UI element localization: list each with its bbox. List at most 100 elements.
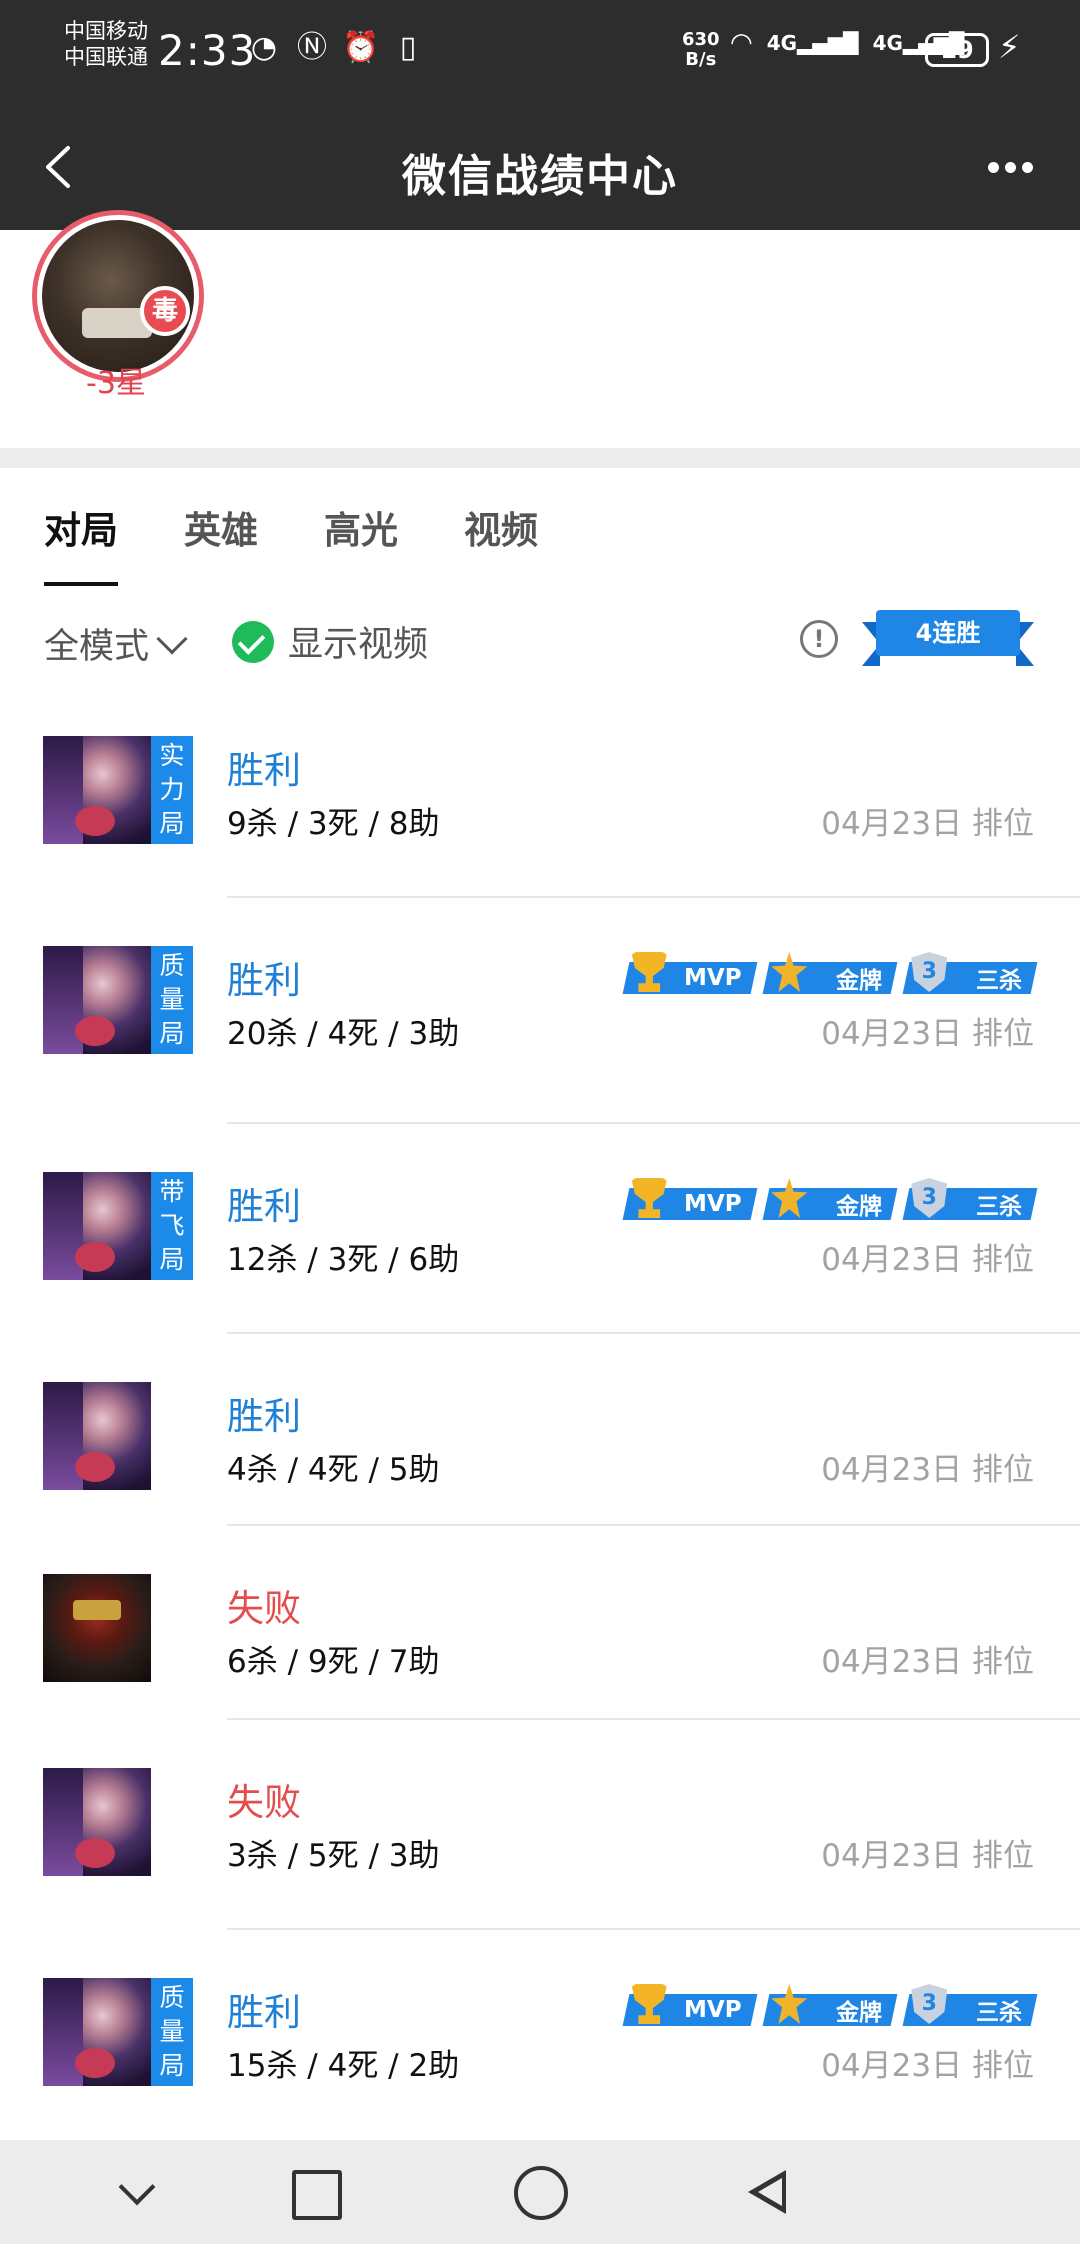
home-icon[interactable] bbox=[514, 2166, 568, 2220]
checkmark-icon bbox=[232, 620, 274, 663]
match-row[interactable]: 胜利 4杀 / 4死 / 5助 04月23日 排位 bbox=[0, 1382, 1080, 1562]
match-date: 04月23日 bbox=[821, 806, 963, 842]
star-medal-icon bbox=[771, 952, 807, 992]
gold-medal-badge: 金牌 bbox=[762, 1188, 898, 1220]
gold-medal-badge: 金牌 bbox=[762, 1994, 898, 2026]
trophy-icon bbox=[631, 952, 667, 992]
title-bar: 微信战绩中心 bbox=[0, 104, 1080, 230]
mvp-badge-label: MVP bbox=[684, 1191, 742, 1217]
system-nav-bar bbox=[0, 2140, 1080, 2244]
match-row[interactable]: 实力局胜利 9杀 / 3死 / 8助 04月23日 排位 bbox=[0, 736, 1080, 916]
match-tag-char: 局 bbox=[159, 2051, 185, 2080]
trophy-icon bbox=[631, 1984, 667, 2024]
match-type: 排位 bbox=[972, 2048, 1034, 2084]
match-type: 排位 bbox=[972, 1242, 1034, 1278]
match-tag-char: 局 bbox=[159, 1019, 185, 1048]
back-icon[interactable] bbox=[744, 2166, 796, 2218]
hero-avatar bbox=[43, 946, 151, 1054]
carrier-info: 中国移动 中国联通 bbox=[64, 18, 148, 70]
match-row[interactable]: 失败 6杀 / 9死 / 7助 04月23日 排位 bbox=[0, 1574, 1080, 1754]
match-row[interactable]: 带飞局胜利 12杀 / 3死 / 6助 04月23日 排位 MVP 金牌 3 三杀 bbox=[0, 1172, 1080, 1352]
match-date-type: 04月23日 排位 bbox=[821, 1636, 1034, 1681]
match-type: 排位 bbox=[972, 1016, 1034, 1052]
win-streak-banner: 4连胜 bbox=[862, 606, 1034, 668]
triple-kill-badge: 3 三杀 bbox=[902, 1188, 1038, 1220]
match-tag: 质量局 bbox=[151, 1978, 193, 2086]
info-icon[interactable]: ! bbox=[800, 620, 838, 658]
hero-avatar bbox=[43, 736, 151, 844]
signal-1-icon: 4G▂▄▆█ bbox=[766, 31, 859, 55]
match-date-type: 04月23日 排位 bbox=[821, 798, 1034, 843]
row-divider bbox=[227, 1332, 1080, 1334]
row-divider bbox=[227, 896, 1080, 898]
mvp-badge: MVP bbox=[622, 1188, 758, 1220]
match-kda: 9杀 / 3死 / 8助 bbox=[227, 806, 440, 842]
match-date-type: 04月23日 排位 bbox=[821, 1444, 1034, 1489]
net-speed: 630 B/s bbox=[682, 30, 720, 70]
show-video-toggle[interactable]: 显示视频 bbox=[232, 616, 428, 667]
match-date: 04月23日 bbox=[821, 2048, 963, 2084]
match-tag-char: 局 bbox=[159, 809, 185, 838]
match-result: 胜利 bbox=[227, 1395, 301, 1438]
match-kda: 20杀 / 4死 / 3助 bbox=[227, 1016, 460, 1052]
charging-icon: ⚡ bbox=[998, 28, 1021, 66]
match-kda: 12杀 / 3死 / 6助 bbox=[227, 1242, 460, 1278]
more-options-icon[interactable] bbox=[988, 162, 1033, 173]
tab-heroes[interactable]: 英雄 bbox=[184, 500, 258, 554]
match-type: 排位 bbox=[972, 1452, 1034, 1488]
achievement-badges: MVP 金牌 3 三杀 bbox=[622, 962, 1038, 994]
match-date-type: 04月23日 排位 bbox=[821, 1830, 1034, 1875]
shield-icon: 3 bbox=[911, 1984, 947, 2024]
star-medal-icon bbox=[771, 1178, 807, 1218]
triple-kill-badge: 3 三杀 bbox=[902, 1994, 1038, 2026]
match-row[interactable]: 质量局胜利 15杀 / 4死 / 2助 04月23日 排位 MVP 金牌 3 三杀 bbox=[0, 1978, 1080, 2158]
match-row[interactable]: 质量局胜利 20杀 / 4死 / 3助 04月23日 排位 MVP 金牌 3 三杀 bbox=[0, 946, 1080, 1126]
hero-avatar bbox=[43, 1978, 151, 2086]
tab-videos[interactable]: 视频 bbox=[464, 500, 538, 554]
tab-matches[interactable]: 对局 bbox=[44, 500, 118, 554]
mvp-badge-label: MVP bbox=[684, 965, 742, 991]
battery-icon: 19 bbox=[925, 33, 989, 67]
match-tag-char: 量 bbox=[159, 985, 185, 1014]
triple-kill-badge-label: 三杀 bbox=[976, 1194, 1022, 1220]
match-tag-char: 力 bbox=[159, 775, 185, 804]
match-date: 04月23日 bbox=[821, 1242, 963, 1278]
match-date-type: 04月23日 排位 bbox=[821, 1008, 1034, 1053]
status-badge: 毒 bbox=[140, 286, 190, 336]
network-type-1: 4G bbox=[766, 31, 798, 55]
match-result: 胜利 bbox=[227, 1991, 301, 2034]
mvp-badge: MVP bbox=[622, 1994, 758, 2026]
net-speed-unit: B/s bbox=[685, 49, 717, 70]
match-date-type: 04月23日 排位 bbox=[821, 1234, 1034, 1279]
hero-avatar bbox=[43, 1382, 151, 1490]
gold-medal-badge-label: 金牌 bbox=[836, 968, 882, 994]
hero-avatar bbox=[43, 1172, 151, 1280]
network-type-2: 4G bbox=[872, 31, 903, 55]
hide-keyboard-icon[interactable] bbox=[110, 2166, 162, 2218]
nfc-icon: Ⓝ bbox=[297, 30, 327, 65]
mode-filter-dropdown[interactable]: 全模式 bbox=[44, 618, 188, 669]
match-date: 04月23日 bbox=[821, 1838, 963, 1874]
status-bar: 中国移动 中国联通 2:33 ◔ Ⓝ ⏰ ▯ 630 B/s ◠ 4G▂▄▆█ … bbox=[0, 0, 1080, 104]
status-icons-left: ◔ Ⓝ ⏰ ▯ bbox=[246, 30, 426, 66]
match-type: 排位 bbox=[972, 806, 1034, 842]
mvp-badge: MVP bbox=[622, 962, 758, 994]
match-kda: 4杀 / 4死 / 5助 bbox=[227, 1452, 440, 1488]
match-tag-char: 实 bbox=[159, 741, 185, 770]
match-row[interactable]: 失败 3杀 / 5死 / 3助 04月23日 排位 bbox=[0, 1768, 1080, 1948]
match-type: 排位 bbox=[972, 1644, 1034, 1680]
star-change: -3星 bbox=[86, 366, 146, 401]
match-tag-char: 质 bbox=[159, 1983, 185, 2012]
match-kda: 15杀 / 4死 / 2助 bbox=[227, 2048, 460, 2084]
hero-avatar bbox=[43, 1574, 151, 1682]
section-divider bbox=[0, 448, 1080, 468]
carrier-1: 中国移动 bbox=[64, 19, 148, 43]
profile-section: 毒 -3星 bbox=[0, 210, 1080, 448]
recent-apps-icon[interactable] bbox=[288, 2166, 342, 2220]
match-kda: 6杀 / 9死 / 7助 bbox=[227, 1644, 440, 1680]
match-type: 排位 bbox=[972, 1838, 1034, 1874]
match-result: 胜利 bbox=[227, 959, 301, 1002]
triple-kill-badge: 3 三杀 bbox=[902, 962, 1038, 994]
tab-highlights[interactable]: 高光 bbox=[324, 500, 398, 554]
gold-medal-badge: 金牌 bbox=[762, 962, 898, 994]
